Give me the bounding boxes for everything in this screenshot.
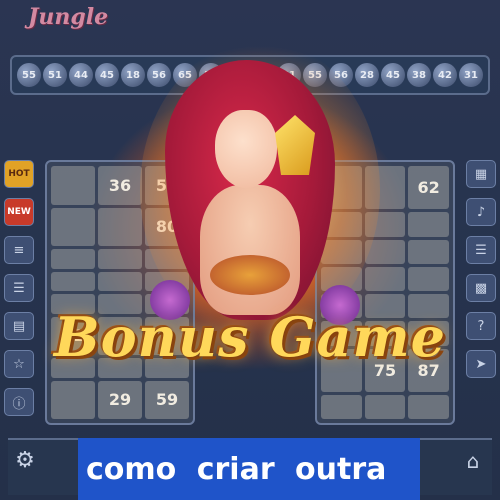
menu-icon[interactable]: ≡ bbox=[4, 236, 34, 264]
card-cell bbox=[98, 271, 142, 291]
number-ball: 42 bbox=[433, 63, 457, 87]
mermaid-body bbox=[200, 185, 300, 315]
card-cell bbox=[98, 249, 142, 269]
sound-icon[interactable]: ♪ bbox=[466, 198, 496, 226]
card-cell bbox=[408, 239, 449, 264]
list-icon[interactable]: ☰ bbox=[4, 274, 34, 302]
game-screenshot: Jungle 55 51 44 45 18 56 65 32 09 44 31 … bbox=[0, 0, 500, 500]
card-cell bbox=[321, 394, 362, 419]
card-cell bbox=[364, 394, 406, 419]
mermaid-face bbox=[215, 110, 277, 188]
card-cell bbox=[408, 266, 449, 291]
number-ball: 18 bbox=[121, 63, 145, 87]
left-toolbar: HOT NEW ≡ ☰ ▤ ☆ ⓘ bbox=[0, 150, 38, 426]
number-ball: 45 bbox=[95, 63, 119, 87]
number-ball: 28 bbox=[355, 63, 379, 87]
game-logo: Jungle bbox=[28, 4, 109, 30]
card-cell bbox=[51, 380, 95, 419]
card-cell: 36 bbox=[98, 166, 142, 205]
card-cell bbox=[408, 394, 449, 419]
hot-badge-icon[interactable]: HOT bbox=[4, 160, 34, 188]
home-icon[interactable]: ⌂ bbox=[460, 448, 486, 474]
info-icon[interactable]: ⓘ bbox=[4, 388, 34, 416]
number-ball: 44 bbox=[69, 63, 93, 87]
card-icon[interactable]: ▦ bbox=[466, 160, 496, 188]
card-cell: 29 bbox=[98, 380, 142, 419]
new-badge-icon[interactable]: NEW bbox=[4, 198, 34, 226]
card-cell bbox=[98, 207, 142, 246]
gear-icon[interactable]: ⚙ bbox=[12, 448, 38, 474]
card-cell: 62 bbox=[408, 166, 449, 210]
card-cell bbox=[51, 249, 95, 269]
number-ball: 38 bbox=[407, 63, 431, 87]
mermaid-shell-top bbox=[210, 255, 290, 295]
number-ball: 45 bbox=[381, 63, 405, 87]
card-cell bbox=[364, 266, 406, 291]
number-ball: 55 bbox=[17, 63, 41, 87]
bonus-game-title: Bonus Game bbox=[54, 305, 446, 369]
card-cell bbox=[51, 207, 95, 246]
card-cell bbox=[51, 271, 95, 291]
caption-banner: como criar outra bbox=[78, 438, 420, 500]
card-cell bbox=[408, 212, 449, 237]
number-ball: 31 bbox=[459, 63, 483, 87]
caption-text: como criar outra bbox=[86, 451, 387, 487]
number-ball: 56 bbox=[147, 63, 171, 87]
card-cell: 59 bbox=[145, 380, 189, 419]
number-ball: 51 bbox=[43, 63, 67, 87]
list-icon[interactable]: ☰ bbox=[466, 236, 496, 264]
grid-icon[interactable]: ▩ bbox=[466, 274, 496, 302]
card-cell bbox=[51, 166, 95, 205]
